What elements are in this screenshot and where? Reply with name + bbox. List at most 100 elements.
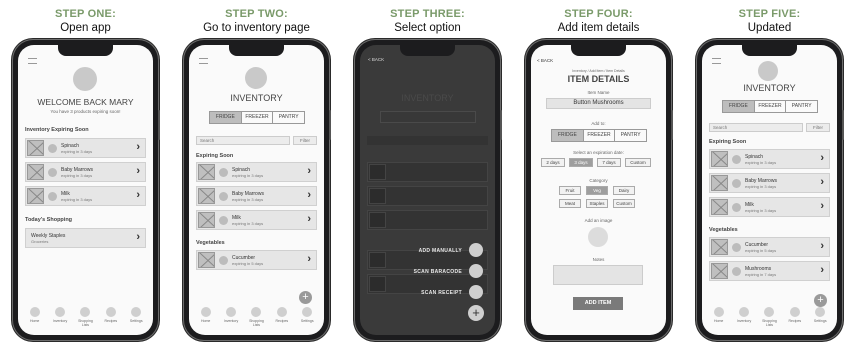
list-item[interactable]: Milk expiring in 3 days › [25, 186, 146, 206]
category-veg[interactable]: Veg [586, 186, 608, 195]
tab-freezer[interactable]: FREEZER [753, 101, 786, 112]
home-screen: WELCOME BACK MARY You have 3 products ex… [18, 45, 153, 335]
step-subtitle: Add item details [557, 22, 640, 34]
nav-home[interactable]: Home [195, 307, 217, 327]
page-title: ITEM DETAILS [567, 74, 630, 84]
nav-home[interactable]: Home [708, 307, 730, 327]
nav-recipes[interactable]: Recipes [271, 307, 293, 327]
list-item[interactable]: Spinach expiring in 3 days › [25, 138, 146, 158]
item-icon [732, 243, 741, 252]
expiration-custom[interactable]: Custom [625, 158, 651, 167]
item-name-label: Item Name [587, 90, 610, 95]
nav-settings[interactable]: Settings [125, 307, 147, 327]
tab-pantry[interactable]: PANTRY [785, 101, 817, 112]
close-add-button[interactable]: + [468, 305, 484, 321]
expiration-7-days[interactable]: 7 days [597, 158, 621, 167]
list-item[interactable]: Baby Marrows expiring in 3 days › [709, 173, 830, 193]
nav-recipes[interactable]: Recipes [100, 307, 122, 327]
filter-button[interactable]: Filter [293, 136, 317, 145]
nav-inventory[interactable]: Inventory [49, 307, 71, 327]
nav-shopping-lists[interactable]: Shopping Lists [74, 307, 96, 327]
item-expiry: expiring in 7 days [745, 272, 777, 277]
image-upload[interactable] [588, 227, 608, 247]
welcome-heading: WELCOME BACK MARY [37, 97, 134, 107]
category-dairy[interactable]: Dairy [613, 186, 635, 195]
tab-fridge[interactable]: FRIDGE [552, 130, 583, 141]
list-item[interactable]: Cucumber expiring in 5 days › [709, 237, 830, 257]
nav-inventory[interactable]: Inventory [733, 307, 755, 327]
expiration-3-days[interactable]: 3 days [569, 158, 593, 167]
add-button[interactable]: + [299, 291, 312, 304]
expiration-2-days[interactable]: 2 days [541, 158, 565, 167]
image-placeholder [198, 252, 215, 268]
add-item-button[interactable]: ADD ITEM [573, 297, 623, 310]
step-subtitle: Open app [60, 22, 111, 34]
image-label: Add an image [584, 218, 613, 223]
updated-inventory-screen: INVENTORY FRIDGE FREEZER PANTRY Search F… [702, 45, 837, 335]
chevron-right-icon: › [820, 264, 824, 276]
item-icon [48, 192, 57, 201]
nav-home[interactable]: Home [24, 307, 46, 327]
back-button[interactable]: < BACK [537, 58, 553, 63]
list-item[interactable]: Cucumber expiring in 5 days › [196, 250, 317, 270]
back-button[interactable]: < BACK [368, 57, 384, 62]
add-button[interactable]: + [814, 294, 827, 307]
add-manually-icon[interactable] [469, 243, 483, 257]
list-item[interactable]: Spinach expiring in 3 days › [196, 162, 317, 182]
menu-icon[interactable] [28, 58, 37, 64]
breadcrumb: Inventory / Add Item / Item Details [572, 69, 625, 73]
filter-button[interactable]: Filter [806, 123, 830, 132]
avatar[interactable] [758, 61, 778, 81]
item-expiry: expiring in 5 days [232, 261, 264, 266]
scan-receipt-option[interactable]: SCAN RECEIPT [400, 290, 462, 296]
phone-notch [400, 45, 455, 56]
nav-settings[interactable]: Settings [296, 307, 318, 327]
category-staples[interactable]: Staples [586, 199, 608, 208]
tab-pantry[interactable]: PANTRY [614, 130, 646, 141]
list-item[interactable]: Baby Marrows expiring in 3 days › [196, 186, 317, 206]
avatar[interactable] [73, 67, 97, 91]
shopping-list-item[interactable]: Weekly Staples Groceries › [25, 228, 146, 248]
step-three: STEP THREE: Select option < BACK INVENTO… [342, 0, 513, 346]
tab-fridge[interactable]: FRIDGE [723, 101, 754, 112]
list-item[interactable]: Baby Marrows expiring in 3 days › [25, 162, 146, 182]
nav-shopping-lists[interactable]: Shopping Lists [758, 307, 780, 327]
search-input[interactable]: Search [196, 136, 290, 145]
item-icon [732, 155, 741, 164]
menu-icon[interactable] [199, 58, 208, 64]
tab-fridge[interactable]: FRIDGE [210, 112, 241, 123]
add-manually-option[interactable]: ADD MANUALLY [400, 248, 462, 254]
category-meat[interactable]: Meat [559, 199, 581, 208]
scan-receipt-icon[interactable] [469, 285, 483, 299]
tab-freezer[interactable]: FREEZER [582, 130, 615, 141]
nav-recipes[interactable]: Recipes [784, 307, 806, 327]
category-fruit[interactable]: Fruit [559, 186, 581, 195]
nav-settings[interactable]: Settings [809, 307, 831, 327]
chevron-right-icon: › [820, 200, 824, 212]
item-expiry: expiring in 3 days [745, 160, 777, 165]
notes-field[interactable] [553, 265, 643, 285]
item-name-field[interactable]: Button Mushrooms [546, 98, 651, 109]
category-custom[interactable]: Custom [613, 199, 635, 208]
step-subtitle: Updated [747, 22, 792, 34]
chevron-right-icon: › [820, 176, 824, 188]
image-placeholder [711, 199, 728, 215]
image-placeholder [27, 140, 44, 156]
tab-freezer[interactable]: FREEZER [240, 112, 273, 123]
bottom-nav: Home Inventory Shopping Lists Recipes Se… [22, 307, 149, 327]
image-placeholder [711, 151, 728, 167]
image-placeholder [27, 188, 44, 204]
list-item[interactable]: Spinach expiring in 3 days › [709, 149, 830, 169]
nav-shopping-lists[interactable]: Shopping Lists [245, 307, 267, 327]
list-item-new[interactable]: Mushrooms expiring in 7 days › [709, 261, 830, 281]
menu-icon[interactable] [712, 58, 721, 64]
avatar[interactable] [245, 67, 267, 89]
search-input[interactable]: Search [709, 123, 803, 132]
tab-pantry[interactable]: PANTRY [272, 112, 304, 123]
list-item[interactable]: Milk expiring in 3 days › [196, 210, 317, 230]
nav-inventory[interactable]: Inventory [220, 307, 242, 327]
search-dimmed [367, 136, 488, 145]
scan-barcode-icon[interactable] [469, 264, 483, 278]
scan-barcode-option[interactable]: SCAN BARACODE [400, 269, 462, 275]
list-item[interactable]: Milk expiring in 3 days › [709, 197, 830, 217]
